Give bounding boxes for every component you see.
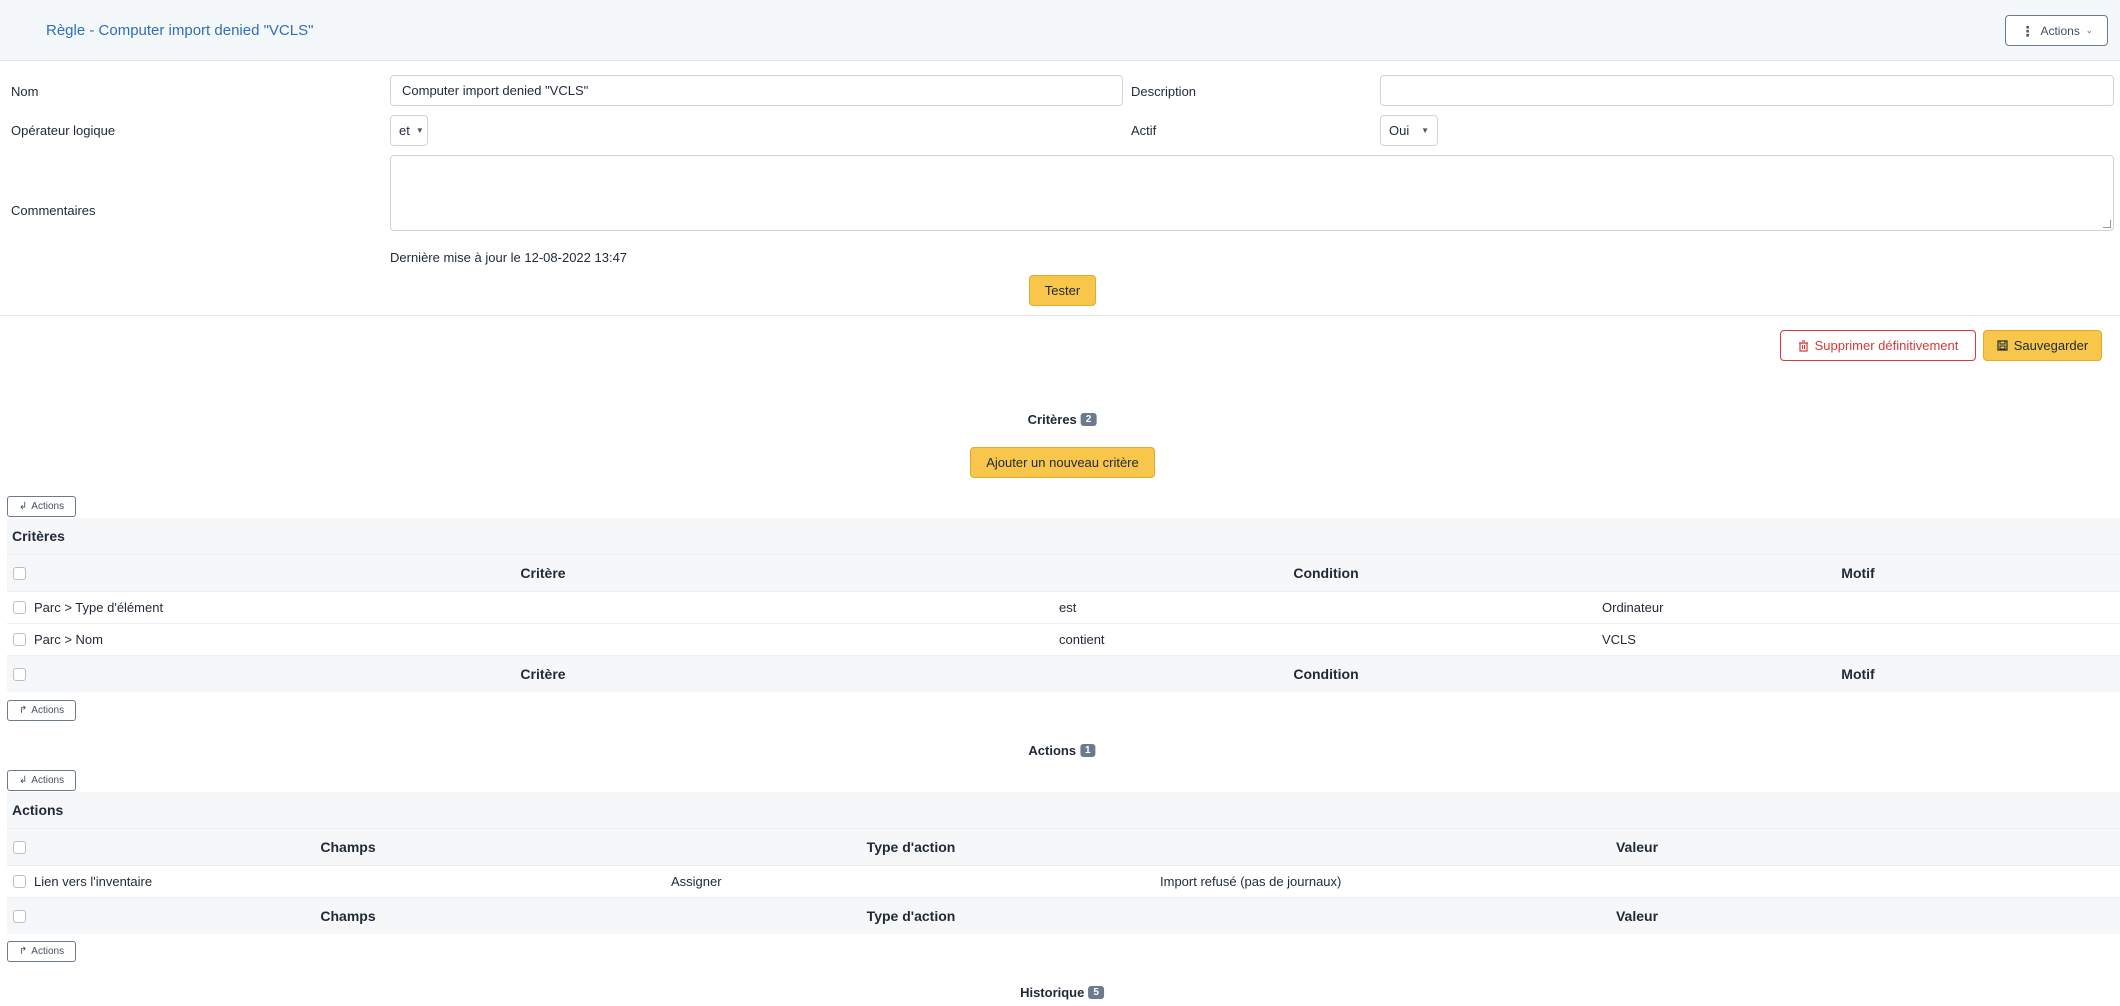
- actions-header-row: Champs Type d'action Valeur: [7, 828, 2120, 865]
- actions-massive-actions-top[interactable]: ↲ Actions: [7, 770, 76, 791]
- criterion-cell[interactable]: Parc > Type d'élément: [34, 600, 163, 615]
- row-checkbox[interactable]: [13, 875, 26, 888]
- dropdown-caret-icon: ▼: [1421, 126, 1429, 135]
- comments-textarea[interactable]: [390, 155, 2114, 231]
- page-header: Règle - Computer import denied "VCLS" ⋮ …: [0, 0, 2120, 61]
- save-button[interactable]: Sauvegarder: [1983, 330, 2102, 361]
- criteria-massive-actions-bottom[interactable]: ↱ Actions: [7, 700, 76, 721]
- actions-table-caption: Actions: [7, 792, 2120, 828]
- row-checkbox[interactable]: [13, 601, 26, 614]
- column-header-pattern[interactable]: Motif: [1841, 565, 1874, 581]
- select-all-checkbox[interactable]: [13, 840, 26, 854]
- column-footer-criterion[interactable]: Critère: [520, 666, 565, 682]
- save-button-label: Sauvegarder: [2013, 338, 2089, 353]
- mini-actions-label: Actions: [31, 946, 65, 957]
- trash-icon: [1798, 339, 1808, 352]
- column-footer-field[interactable]: Champs: [320, 908, 375, 924]
- pattern-cell: Ordinateur: [1602, 600, 1664, 615]
- pattern-cell: VCLS: [1602, 632, 1636, 647]
- column-header-value[interactable]: Valeur: [1616, 839, 1658, 855]
- column-header-action-type[interactable]: Type d'action: [867, 839, 956, 855]
- criteria-table-caption: Critères: [7, 518, 2120, 554]
- test-button[interactable]: Tester: [1029, 275, 1096, 306]
- arrow-turn-down-icon: ↲: [18, 775, 28, 786]
- vertical-dots-icon: ⋮: [2020, 22, 2035, 39]
- select-all-checkbox[interactable]: [13, 667, 26, 681]
- criteria-massive-actions-top[interactable]: ↲ Actions: [7, 496, 76, 517]
- table-row[interactable]: Parc > Nom contient VCLS: [7, 623, 2120, 655]
- mini-actions-label: Actions: [31, 775, 65, 786]
- dropdown-caret-icon: ▼: [415, 126, 424, 135]
- mini-actions-label: Actions: [31, 501, 65, 512]
- active-value: Oui: [1389, 123, 1410, 138]
- column-footer-action-type[interactable]: Type d'action: [867, 908, 956, 924]
- action-type-cell: Assigner: [671, 874, 722, 889]
- chevron-down-icon: ⌄: [2085, 26, 2093, 35]
- operator-label: Opérateur logique: [11, 123, 116, 138]
- table-row[interactable]: Lien vers l'inventaire Assigner Import r…: [7, 865, 2120, 897]
- description-input[interactable]: [1380, 75, 2114, 106]
- divider: [0, 315, 2120, 316]
- actions-massive-actions-bottom[interactable]: ↱ Actions: [7, 941, 76, 962]
- actions-menu-label: Actions: [2040, 23, 2080, 38]
- actions-count-badge: 1: [1080, 744, 1096, 757]
- criteria-section-title: Critères 2: [1028, 412, 1097, 427]
- add-criterion-label: Ajouter un nouveau critère: [986, 455, 1139, 470]
- column-footer-value[interactable]: Valeur: [1616, 908, 1658, 924]
- operator-select[interactable]: et ▼: [390, 115, 428, 146]
- actions-title: Actions: [1028, 743, 1077, 758]
- criteria-footer-row: Critère Condition Motif: [7, 655, 2120, 692]
- floppy-disk-icon: [1997, 340, 2008, 351]
- column-header-field[interactable]: Champs: [320, 839, 375, 855]
- table-row[interactable]: Parc > Type d'élément est Ordinateur: [7, 591, 2120, 623]
- add-criterion-button[interactable]: Ajouter un nouveau critère: [970, 447, 1155, 478]
- actions-table: Actions Champs Type d'action Valeur Lien…: [7, 792, 2120, 934]
- name-label: Nom: [11, 84, 39, 99]
- column-footer-condition[interactable]: Condition: [1293, 666, 1358, 682]
- actions-section-title: Actions 1: [1028, 743, 1096, 758]
- page-title: Règle - Computer import denied "VCLS": [46, 22, 314, 39]
- select-all-checkbox[interactable]: [13, 566, 26, 580]
- active-select[interactable]: Oui ▼: [1380, 115, 1438, 146]
- comments-label: Commentaires: [11, 203, 96, 218]
- operator-value: et: [399, 123, 410, 138]
- column-header-criterion[interactable]: Critère: [520, 565, 565, 581]
- history-title: Historique: [1020, 985, 1085, 1000]
- mini-actions-label: Actions: [31, 705, 65, 716]
- delete-permanently-button[interactable]: Supprimer définitivement: [1780, 330, 1976, 361]
- arrow-turn-down-icon: ↲: [18, 501, 28, 512]
- criterion-cell[interactable]: Parc > Nom: [34, 632, 103, 647]
- row-checkbox[interactable]: [13, 633, 26, 646]
- history-count-badge: 5: [1088, 986, 1104, 999]
- history-section-title[interactable]: Historique 5: [1020, 985, 1104, 1000]
- description-label: Description: [1131, 84, 1197, 99]
- column-footer-pattern[interactable]: Motif: [1841, 666, 1874, 682]
- condition-cell: est: [1059, 600, 1077, 615]
- criteria-title: Critères: [1027, 412, 1077, 427]
- arrow-turn-up-icon: ↱: [18, 946, 28, 957]
- active-label: Actif: [1131, 123, 1157, 138]
- resize-handle-icon[interactable]: [2103, 220, 2111, 228]
- delete-button-label: Supprimer définitivement: [1814, 338, 1959, 353]
- value-cell: Import refusé (pas de journaux): [1160, 874, 1342, 889]
- arrow-turn-up-icon: ↱: [18, 705, 28, 716]
- actions-menu-button[interactable]: ⋮ Actions ⌄: [2005, 15, 2108, 46]
- actions-footer-row: Champs Type d'action Valeur: [7, 897, 2120, 934]
- condition-cell: contient: [1059, 632, 1105, 647]
- field-cell[interactable]: Lien vers l'inventaire: [34, 874, 152, 889]
- last-update-text: Dernière mise à jour le 12-08-2022 13:47: [390, 250, 628, 265]
- criteria-table: Critères Critère Condition Motif Parc > …: [7, 518, 2120, 692]
- select-all-checkbox[interactable]: [13, 909, 26, 923]
- criteria-count-badge: 2: [1080, 413, 1097, 426]
- criteria-header-row: Critère Condition Motif: [7, 554, 2120, 591]
- test-button-label: Tester: [1044, 283, 1081, 298]
- name-input[interactable]: Computer import denied "VCLS": [390, 75, 1123, 106]
- column-header-condition[interactable]: Condition: [1293, 565, 1358, 581]
